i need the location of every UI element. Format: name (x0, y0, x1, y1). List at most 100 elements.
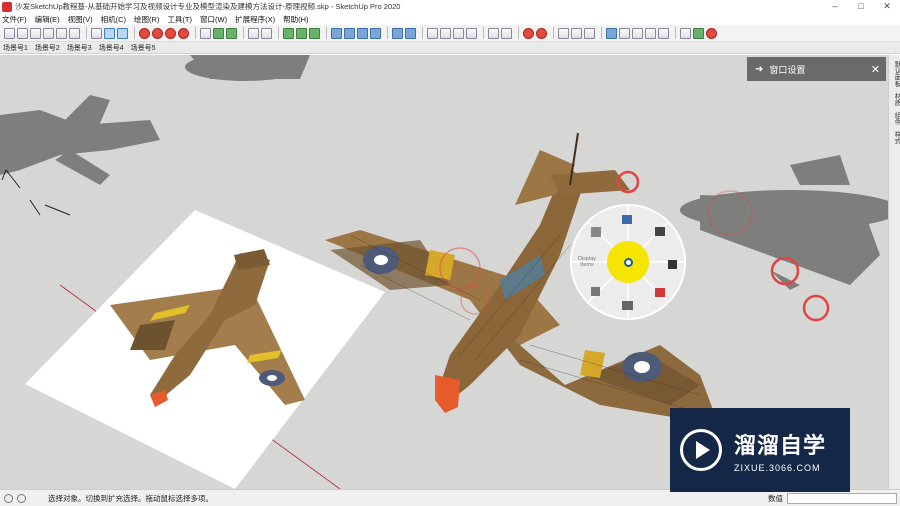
menu-camera[interactable]: 相机(C) (101, 14, 126, 25)
menu-tools[interactable]: 工具(T) (167, 14, 192, 25)
radial-tape-icon[interactable] (668, 260, 677, 269)
toolbar-divider (601, 27, 602, 39)
paste-icon[interactable] (69, 27, 80, 39)
ruby-icon[interactable] (139, 27, 150, 39)
make-component-icon[interactable] (213, 27, 224, 39)
side-tab-default[interactable]: 默认面板 (891, 61, 900, 87)
left-view-icon[interactable] (405, 27, 416, 39)
new-file-icon[interactable] (4, 27, 15, 39)
xray-icon[interactable] (427, 27, 438, 39)
toolbar-divider (387, 27, 388, 39)
copy-icon[interactable] (56, 27, 67, 39)
default-tray-header[interactable]: ➜ 窗口设置 ✕ (747, 57, 886, 81)
play-logo-icon (680, 429, 722, 471)
warehouse-icon[interactable] (152, 27, 163, 39)
plane-shadow-top (185, 55, 310, 81)
pan-icon[interactable] (571, 27, 582, 39)
pencil-icon[interactable] (91, 27, 102, 39)
tab-scene-3[interactable]: 场景号3 (67, 43, 92, 53)
paint-bucket-icon[interactable] (226, 27, 237, 39)
maximize-button[interactable]: □ (848, 0, 874, 13)
outliner-icon[interactable] (104, 27, 115, 39)
camera-icon[interactable] (178, 27, 189, 39)
radial-center-button[interactable] (607, 241, 649, 283)
section-plane-icon[interactable] (488, 27, 499, 39)
watermark-brand: 溜溜自学 (734, 432, 827, 458)
rectangle-icon[interactable] (283, 27, 294, 39)
menu-bar: 文件(F) 编辑(E) 视图(V) 相机(C) 绘图(R) 工具(T) 窗口(W… (0, 13, 900, 25)
side-tab-components[interactable]: 组件 (891, 112, 900, 125)
menu-draw[interactable]: 绘图(R) (134, 14, 159, 25)
status-message: 选择对象。切换到扩充选择。拖动鼠标选择多项。 (48, 493, 213, 503)
radial-paint-icon[interactable] (622, 215, 632, 224)
front-view-icon[interactable] (357, 27, 368, 39)
open-file-icon[interactable] (17, 27, 28, 39)
info-icon[interactable] (4, 493, 13, 503)
flip-edge-icon[interactable] (658, 27, 669, 39)
follow-me-icon[interactable] (523, 27, 534, 39)
section-display-icon[interactable] (501, 27, 512, 39)
components-icon[interactable] (117, 27, 128, 39)
menu-extensions[interactable]: 扩展程序(X) (235, 14, 275, 25)
minimize-button[interactable]: – (822, 0, 848, 13)
drape-icon[interactable] (645, 27, 656, 39)
radial-keyboard-icon[interactable] (622, 301, 633, 310)
side-panel: 默认面板 材质 组件 样式 (888, 55, 900, 489)
tab-scene-4[interactable]: 场景号4 (99, 43, 124, 53)
save-icon[interactable] (30, 27, 41, 39)
menu-window[interactable]: 窗口(W) (200, 14, 227, 25)
offset-icon[interactable] (536, 27, 547, 39)
main-toolbar (0, 25, 900, 42)
plane-shadow-left (0, 95, 160, 185)
select-arrow-icon[interactable] (200, 27, 211, 39)
top-view-icon[interactable] (344, 27, 355, 39)
orbit-icon[interactable] (558, 27, 569, 39)
polygon-icon[interactable] (309, 27, 320, 39)
toolbar-divider (278, 27, 279, 39)
stamp-icon[interactable] (632, 27, 643, 39)
side-tab-materials[interactable]: 材质 (891, 93, 900, 106)
tab-scene-5[interactable]: 场景号5 (131, 43, 156, 53)
radial-box-icon[interactable] (591, 227, 601, 237)
radial-eraser-icon[interactable] (655, 227, 665, 236)
menu-help[interactable]: 帮助(H) (283, 14, 308, 25)
toolbar-divider (134, 27, 135, 39)
toolbar-divider (326, 27, 327, 39)
smoove-icon[interactable] (619, 27, 630, 39)
tab-scene-2[interactable]: 场景号2 (35, 43, 60, 53)
radial-warehouse-icon[interactable] (655, 288, 665, 297)
measurements-input[interactable] (787, 492, 897, 504)
target-icon (623, 257, 633, 267)
line-icon[interactable] (248, 27, 259, 39)
menu-edit[interactable]: 编辑(E) (35, 14, 60, 25)
toolbar-divider (195, 27, 196, 39)
circle-icon[interactable] (296, 27, 307, 39)
shaded-icon[interactable] (466, 27, 477, 39)
iso-view-icon[interactable] (331, 27, 342, 39)
hidden-line-icon[interactable] (453, 27, 464, 39)
plane-shadow-right (680, 155, 888, 290)
menu-view[interactable]: 视图(V) (68, 14, 93, 25)
zoom-icon[interactable] (584, 27, 595, 39)
tray-close-icon[interactable]: ✕ (871, 63, 880, 76)
close-button[interactable]: ✕ (874, 0, 900, 13)
tab-scene-1[interactable]: 场景号1 (3, 43, 28, 53)
measurements-label: 数值 (768, 493, 783, 503)
side-tab-styles[interactable]: 样式 (891, 131, 900, 144)
geo-location-icon[interactable] (680, 27, 691, 39)
radial-move-icon[interactable] (591, 287, 600, 296)
menu-file[interactable]: 文件(F) (2, 14, 27, 25)
extension-icon[interactable] (165, 27, 176, 39)
back-view-icon[interactable] (392, 27, 403, 39)
cut-icon[interactable] (43, 27, 54, 39)
watermark-url: ZIXUE.3066.COM (734, 462, 821, 473)
sandbox-icon[interactable] (606, 27, 617, 39)
title-bar: 沙发SketchUp教程基-从基础开始学习及视频设计专业及模型渲染及建模方法设计… (0, 0, 900, 13)
arc-icon[interactable] (261, 27, 272, 39)
model-info-icon[interactable] (693, 27, 704, 39)
extension-warehouse-icon[interactable] (706, 27, 717, 39)
sketchup-app-icon (2, 1, 12, 12)
right-view-icon[interactable] (370, 27, 381, 39)
geo-icon[interactable] (17, 493, 26, 503)
wireframe-icon[interactable] (440, 27, 451, 39)
